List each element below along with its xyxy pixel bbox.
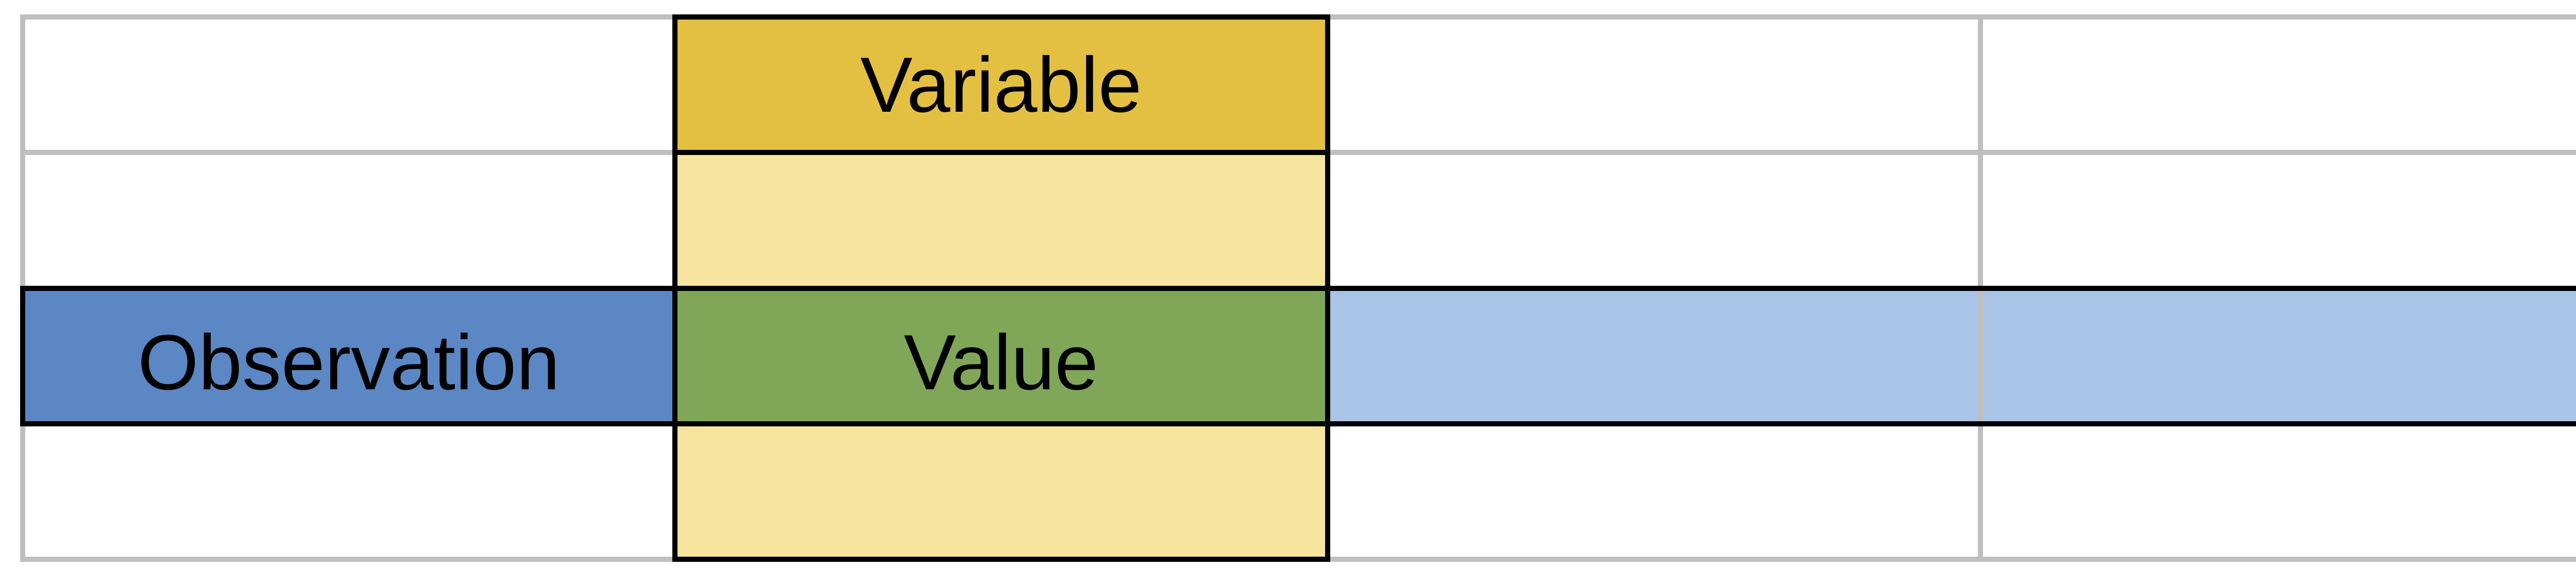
tidy-data-diagram: Variable Observation Value — [20, 14, 2576, 562]
value-label: Value — [904, 319, 1098, 406]
observation-label: Observation — [138, 319, 560, 406]
variable-label: Variable — [860, 41, 1142, 129]
